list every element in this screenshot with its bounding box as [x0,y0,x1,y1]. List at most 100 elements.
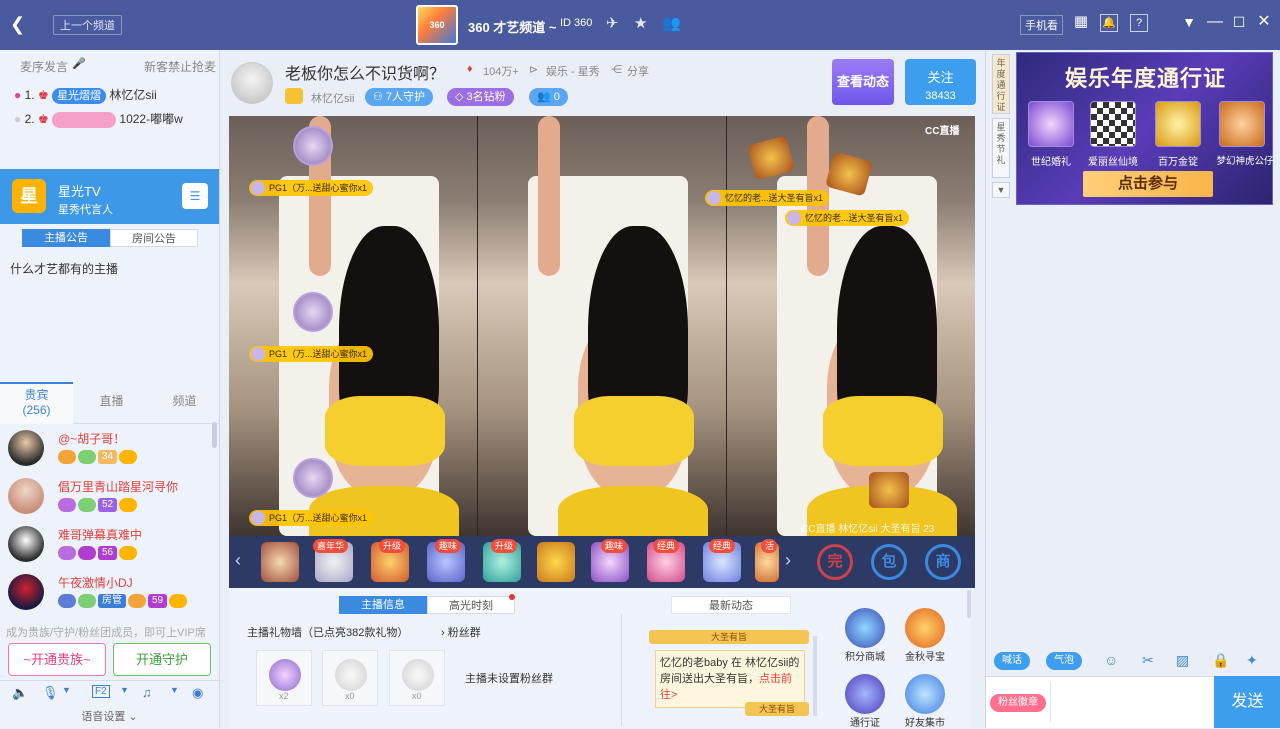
treasure-hunt-button[interactable]: 金秋寻宝 [901,608,949,663]
emoji-icon[interactable]: ☺ [1104,652,1118,668]
side-tab[interactable]: 星秀节礼 [992,118,1010,178]
scissors-icon[interactable]: ✂ [1142,652,1154,669]
shout-button[interactable]: 喊话 [994,652,1030,670]
open-noble-button[interactable]: ~开通贵族~ [8,643,106,676]
side-tab[interactable]: 年度通行证 [992,54,1010,114]
fans-pill[interactable]: 👥 0 [529,88,568,106]
share-icon[interactable]: ⋲ [611,63,622,76]
guard-pill[interactable]: ⚇ 7人守护 [365,88,434,106]
gift-wall-item[interactable]: x0 [322,650,378,706]
list-item[interactable]: 倡万里青山踏星河寻你 52 [8,478,213,526]
station-card[interactable]: 星 星光TV 星秀代言人 ☰ [0,169,219,224]
image-icon[interactable]: ▨ [1176,652,1189,669]
follow-button[interactable]: 关注 38433 [905,59,976,105]
mic-icon[interactable]: 🎙 [42,685,59,701]
video-player[interactable]: PG1（万...送甜心蜜你x1 PG1（万...送甜心蜜你x1 PG1（万...… [229,116,975,536]
fan-group-label[interactable]: › 粉丝群 [441,624,481,640]
bubble-button[interactable]: 气泡 [1046,652,1082,670]
gift-wall-item[interactable]: x0 [389,650,445,706]
host-avatar[interactable] [231,62,273,104]
gift-item[interactable] [261,542,299,582]
tab-highlights[interactable]: 高光时刻 [427,596,515,614]
diamond-fans-count: 3名钻粉 [466,91,506,103]
tab-channel[interactable]: 频道 [148,382,221,424]
category-link[interactable]: 娱乐 - 星秀 [546,63,600,79]
dropdown-icon[interactable]: ▼ [62,685,71,695]
side-tabs: 年度通行证 星秀节礼 ▼ [992,54,1012,198]
back-chevron-icon[interactable]: ❮ [10,14,25,35]
record-icon[interactable]: ◉ [192,685,203,701]
news-card[interactable]: 忆忆的老baby 在 林忆亿sii的房间送出大圣有旨，点击前往> [655,650,805,708]
promo-item-icon [1155,101,1201,147]
latest-dynamics-header[interactable]: 最新动态 [671,596,791,614]
star-icon[interactable]: ★ [634,14,647,32]
tab-guests[interactable]: 贵宾 (256) [0,382,73,424]
gift-count: x0 [345,691,355,701]
channel-name[interactable]: 360 才艺频道 ~ [468,17,557,36]
users-icon[interactable]: 👥 [662,14,681,32]
minimize-icon[interactable]: — [1206,14,1224,32]
music-icon[interactable]: ♫ [142,685,152,700]
view-dynamics-button[interactable]: 查看动态 [832,59,894,105]
mic-queue-item[interactable]: ● 1. ♚ 星光熠熠 林忆亿sii [14,86,157,104]
gift-item[interactable] [537,542,575,582]
store-icon[interactable]: 商 [925,544,961,580]
medal-icon: ♚ [37,88,49,102]
list-item[interactable]: 午夜激情小DJ 房管 59 [8,574,213,622]
gift-avatar [293,458,333,498]
backpack-icon[interactable]: 包 [871,544,907,580]
dropdown-icon[interactable]: ▼ [170,685,179,695]
new-guest-ban-label[interactable]: 新客禁止抢麦 [144,58,216,75]
pass-button[interactable]: 通行证 [841,674,889,729]
mic-icon[interactable]: 🎤 [72,57,86,70]
promo-cta-button[interactable]: 点击参与 [1083,171,1213,197]
tab-live[interactable]: 直播 [75,382,148,424]
mic-queue-item[interactable]: ● 2. ♚ 1022-嘟嘟w [14,110,183,128]
fans-badge-button[interactable]: 粉丝徽章 [990,694,1046,712]
danmu-text: PG1（万...送甜心蜜你x1 [269,349,368,359]
chevron-right-icon[interactable]: › [785,550,791,571]
chevron-down-icon[interactable]: ▼ [992,182,1010,198]
phone-view-button[interactable]: 手机看 [1020,15,1063,35]
host-name[interactable]: 林忆亿sii [311,90,354,106]
hotkey-button[interactable]: F2 [92,685,110,698]
tab-host-notice[interactable]: 主播公告 [22,229,110,247]
gift-tag: 趣味 [601,539,628,553]
level-badge: 56 [98,546,118,560]
list-item[interactable]: 难哥弹幕真难中 56 [8,526,213,574]
share-link[interactable]: 分享 [627,63,649,79]
help-icon[interactable]: ? [1130,14,1148,32]
gift-wall-item[interactable]: x2 [256,650,312,706]
promo-banner[interactable]: 娱乐年度通行证 世纪婚礼 爱丽丝仙境 百万金锭 梦幻神虎公仔 点击参与 [1016,52,1274,205]
friend-market-button[interactable]: 好友集市 [901,674,949,729]
scrollbar[interactable] [967,590,971,618]
star-icon[interactable]: ✦ [1246,652,1258,669]
previous-channel-button[interactable]: 上一个频道 [53,15,122,35]
send-button[interactable]: 发送 [1214,676,1280,728]
notification-icon[interactable]: 🔔 [1100,14,1118,32]
chevron-left-icon[interactable]: ‹ [235,550,241,571]
danmu-text: PG1（万...送甜心蜜你x1 [269,513,368,523]
task-icon[interactable]: 完 [817,544,853,580]
dropdown-icon[interactable]: ▼ [120,685,129,695]
plane-icon[interactable]: ✈ [606,14,619,32]
gift-wall-label[interactable]: 主播礼物墙（已点亮382款礼物） [247,624,408,640]
tab-room-notice[interactable]: 房间公告 [110,229,198,247]
maximize-icon[interactable]: ☐ [1230,14,1248,32]
list-item[interactable]: @~胡子哥！ 34 [8,430,213,478]
promo-item-label: 百万金锭 [1158,157,1198,168]
open-guard-button[interactable]: 开通守护 [113,643,211,676]
tab-host-info[interactable]: 主播信息 [339,596,427,614]
speaker-icon[interactable]: 🔈 [12,685,28,701]
close-icon[interactable]: ✕ [1255,14,1273,32]
diamond-fans-pill[interactable]: ◇ 3名钻粉 [447,88,514,106]
menu-icon[interactable]: ☰ [182,183,208,209]
points-mall-button[interactable]: 积分商城 [841,608,889,663]
dropdown-icon[interactable]: ▼ [1180,14,1198,32]
lock-icon[interactable]: 🔒 [1212,652,1229,669]
voice-settings-button[interactable]: 语音设置 ⌄ [0,708,219,728]
grid-icon[interactable]: ▦ [1072,14,1090,32]
scrollbar[interactable] [212,422,217,448]
gift-avatar [293,292,333,332]
seat-order-label: 麦序发言 [20,60,69,74]
